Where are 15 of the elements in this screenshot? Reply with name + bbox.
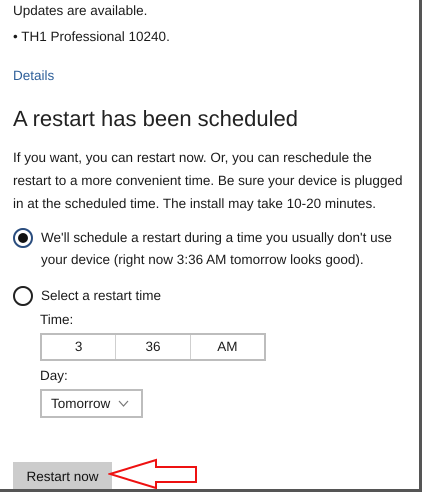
radio-button[interactable] [13,228,33,248]
dropdown-value: Tomorrow [51,394,110,413]
update-item: • TH1 Professional 10240. [13,28,171,46]
time-label: Time: [40,311,74,330]
radio-button[interactable] [13,286,33,306]
restart-button[interactable]: Restart now [13,462,112,489]
day-label: Day: [40,367,69,386]
details-link[interactable]: Details [13,66,54,86]
option-label: Select a restart time [41,287,162,306]
option-label: We'll schedule a restart during a time you usually don't use your device (right now 3:36 AM tomorrow looks good). [41,229,393,270]
day-dropdown[interactable]: Tomorrow [40,389,143,418]
chevron-down-icon [118,400,130,408]
section-heading: A restart has been scheduled [13,105,299,134]
status-text: Updates are available. [13,2,148,20]
description-text: If you want, you can restart now. Or, you can reschedule the restart to a more convenient time. Be sure your device is plugged in at the scheduled time. The install may take 10-20 minutes. [13,149,404,214]
